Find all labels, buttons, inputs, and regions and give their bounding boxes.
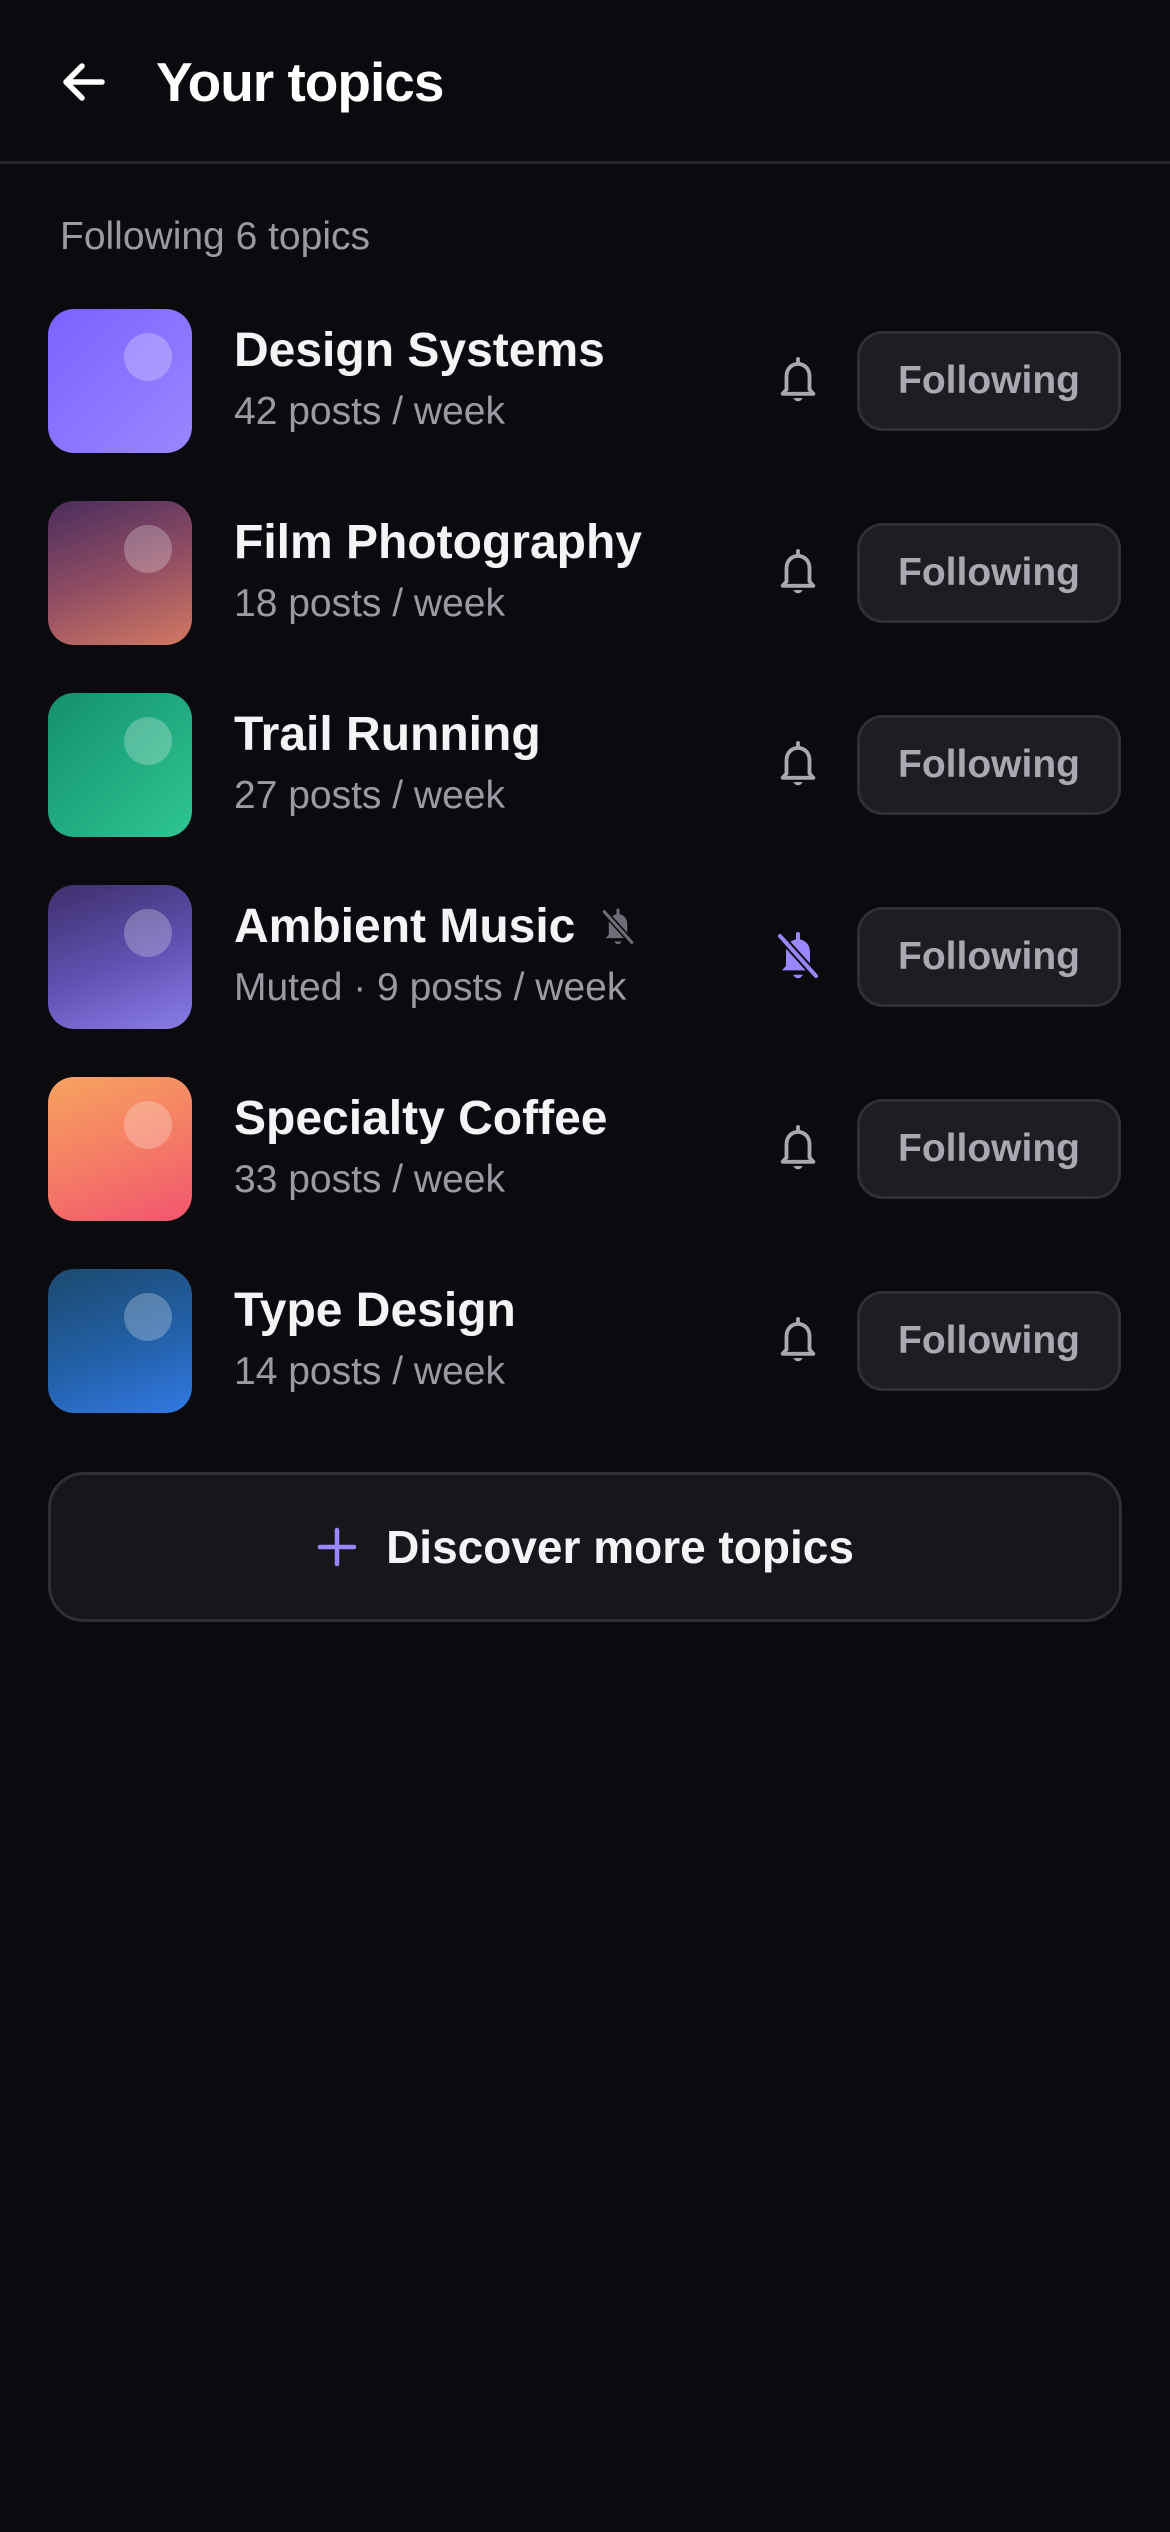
topic-thumbnail (48, 693, 192, 837)
bell-icon (780, 356, 816, 402)
topic-row-film-photography[interactable]: Film Photography 18 posts / week Followi… (0, 492, 1170, 684)
page-title: Your topics (156, 51, 444, 113)
notification-toggle[interactable] (766, 1308, 830, 1372)
topic-thumbnail (48, 501, 192, 645)
following-button[interactable]: Following (857, 1291, 1121, 1391)
thumbnail-dot (124, 1293, 172, 1341)
topic-name: Ambient Music (234, 898, 637, 956)
thumbnail-dot (124, 717, 172, 765)
following-button[interactable]: Following (857, 715, 1121, 815)
following-button[interactable]: Following (857, 1099, 1121, 1199)
notification-toggle[interactable] (766, 732, 830, 796)
topic-name-text: Design Systems (234, 324, 605, 377)
bell-icon (780, 1316, 816, 1362)
topic-meta: 27 posts / week (234, 774, 505, 817)
thumbnail-dot (124, 1101, 172, 1149)
back-button[interactable] (50, 48, 118, 116)
topic-row-ambient-music[interactable]: Ambient Music Muted · 9 posts / week Fol… (0, 876, 1170, 1068)
notification-toggle[interactable] (766, 924, 830, 988)
following-button[interactable]: Following (857, 523, 1121, 623)
notification-toggle[interactable] (766, 540, 830, 604)
topic-row-design-systems[interactable]: Design Systems 42 posts / week Following (0, 300, 1170, 492)
notification-toggle[interactable] (766, 348, 830, 412)
topic-meta: 42 posts / week (234, 390, 505, 433)
topic-name-text: Type Design (234, 1284, 516, 1337)
topic-name-text: Film Photography (234, 516, 642, 569)
topic-name: Type Design (234, 1282, 516, 1340)
topic-row-trail-running[interactable]: Trail Running 27 posts / week Following (0, 684, 1170, 876)
topic-meta: 33 posts / week (234, 1158, 505, 1201)
topic-thumbnail (48, 885, 192, 1029)
following-count-label: Following 6 topics (60, 215, 370, 258)
topic-row-specialty-coffee[interactable]: Specialty Coffee 33 posts / week Followi… (0, 1068, 1170, 1260)
topic-thumbnail (48, 309, 192, 453)
topic-name: Trail Running (234, 706, 541, 764)
bell-off-icon (601, 908, 636, 946)
plus-icon (317, 1527, 357, 1567)
bell-icon (780, 741, 816, 786)
thumbnail-dot (124, 525, 172, 573)
thumbnail-dot (124, 333, 172, 381)
topic-thumbnail (48, 1077, 192, 1221)
following-button[interactable]: Following (857, 331, 1121, 431)
bell-off-icon (776, 932, 820, 980)
topic-list: Design Systems 42 posts / week Following… (0, 300, 1170, 1452)
topic-meta: Muted · 9 posts / week (234, 966, 627, 1009)
topic-row-type-design[interactable]: Type Design 14 posts / week Following (0, 1260, 1170, 1452)
bell-icon (780, 549, 816, 594)
muted-indicator (599, 907, 637, 947)
topic-name-text: Specialty Coffee (234, 1092, 608, 1145)
topic-meta: 14 posts / week (234, 1350, 505, 1393)
topic-name-text: Ambient Music (234, 900, 576, 953)
topic-name: Film Photography (234, 514, 642, 572)
topic-name: Specialty Coffee (234, 1090, 607, 1148)
topic-name-text: Trail Running (234, 708, 541, 761)
notification-toggle[interactable] (766, 1116, 830, 1180)
following-button[interactable]: Following (857, 907, 1121, 1007)
topic-thumbnail (48, 1269, 192, 1413)
thumbnail-dot (124, 909, 172, 957)
top-bar: Your topics (0, 0, 1170, 164)
topic-name: Design Systems (234, 322, 605, 380)
discover-label: Discover more topics (386, 1521, 854, 1573)
arrow-left-icon (63, 63, 105, 101)
discover-more-topics-button[interactable]: Discover more topics (48, 1472, 1122, 1622)
topic-meta: 18 posts / week (234, 582, 505, 625)
bell-icon (780, 1124, 816, 1170)
